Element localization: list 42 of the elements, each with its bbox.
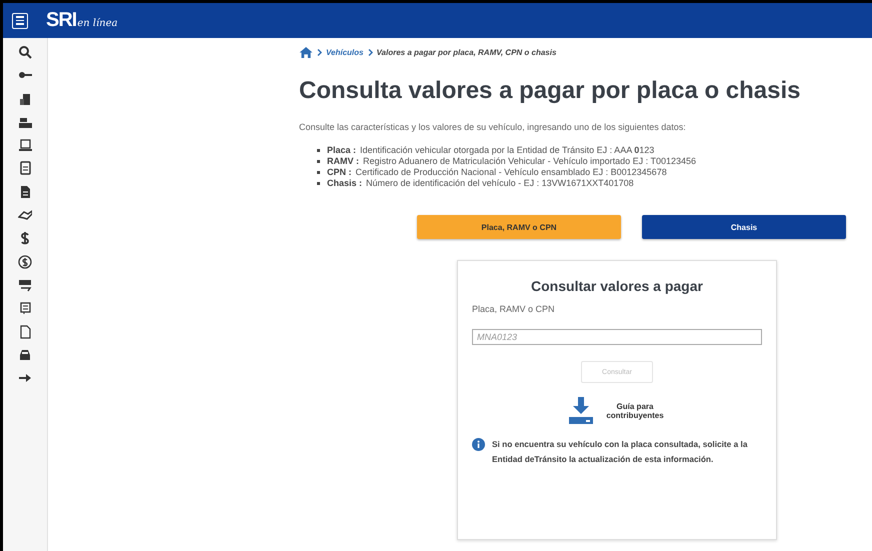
definition-term: CPN :: [327, 167, 352, 178]
definition-text: Certificado de Producción Nacional - Vehículo ensamblado EJ : B0012345678: [356, 167, 667, 178]
page-icon[interactable]: [18, 324, 32, 339]
definition-text: Identificación vehicular otorgada por la Entidad de Tránsito EJ : AAA 0123: [360, 145, 654, 156]
description: Consulte las características y los valores de su vehículo, ingresando uno de los siguientes datos:: [299, 122, 687, 132]
bullet: [317, 160, 320, 163]
bullet: [317, 149, 320, 152]
tab[interactable]: Placa, RAMV o CPN: [417, 215, 621, 239]
dollar-icon[interactable]: [18, 231, 32, 246]
tab[interactable]: Chasis: [642, 215, 846, 239]
page-title: Consulta valores a pagar por placa o chasis: [299, 77, 802, 105]
document-icon[interactable]: [18, 161, 32, 176]
breadcrumb-link[interactable]: Vehículos: [326, 48, 364, 57]
building-icon[interactable]: [18, 92, 32, 106]
chevron-icon: [368, 49, 372, 56]
logo[interactable]: SRI: [46, 9, 76, 32]
file-icon[interactable]: [18, 184, 32, 199]
notice-text: Si no encuentra su vehículo con la placa consultada, solicite a la Entidad deTránsito la actualización de esta información.: [492, 438, 748, 466]
definition-text: Número de identificación del vehículo - EJ : 13VW1671XXT401708: [366, 178, 634, 189]
menu-button[interactable]: [12, 12, 28, 28]
guide-link[interactable]: Guía para contribuyentes: [605, 402, 665, 420]
definition-term: RAMV :: [327, 156, 359, 167]
card-title: Consultar valores a pagar: [530, 278, 704, 294]
breadcrumb-current: Valores a pagar por placa, RAMV, CPN o chasis: [376, 48, 556, 57]
card-icon[interactable]: [18, 278, 32, 292]
search-icon[interactable]: [18, 45, 32, 59]
home-icon[interactable]: [299, 47, 313, 58]
chevron-icon: [317, 49, 322, 56]
bullet: [317, 171, 320, 174]
definition-text: Registro Aduanero de Matriculación Vehicular - Vehículo importado EJ : T00123456: [363, 156, 696, 167]
definition-term: Chasis :: [327, 178, 362, 189]
plate-input[interactable]: MNA0123: [472, 329, 762, 345]
logo-tagline: en línea: [77, 18, 118, 29]
bullet: [317, 182, 320, 185]
definition-term: Placa :: [327, 145, 356, 156]
field-label: Placa, RAMV o CPN: [472, 304, 556, 314]
laptop-icon[interactable]: [18, 138, 32, 152]
info-icon: [472, 438, 485, 451]
documents-icon[interactable]: [18, 301, 32, 316]
car-icon[interactable]: [18, 348, 32, 362]
coin-icon[interactable]: [18, 254, 32, 269]
download-icon[interactable]: [569, 397, 593, 424]
